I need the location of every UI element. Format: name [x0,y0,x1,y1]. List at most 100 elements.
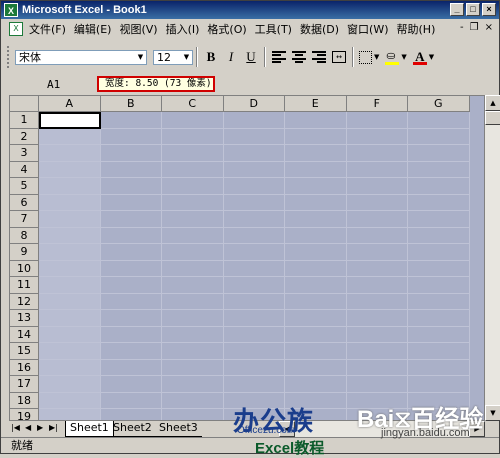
grid-cell[interactable] [223,227,285,244]
grid-cell[interactable] [39,260,101,277]
grid-cell[interactable] [162,211,224,228]
first-sheet-button[interactable]: |◀ [11,423,20,432]
grid-cell[interactable] [100,310,162,327]
grid-cell[interactable] [100,260,162,277]
grid-cell[interactable] [223,211,285,228]
grid-cell[interactable] [162,343,224,360]
minimize-button[interactable]: _ [450,3,464,16]
grid-cell[interactable] [162,310,224,327]
grid-cell[interactable] [223,244,285,261]
grid-cell[interactable] [223,128,285,145]
grid-cell[interactable] [223,161,285,178]
grid-cell[interactable] [100,227,162,244]
column-header[interactable]: E [285,96,347,112]
menu-window[interactable]: 窗口(W) [347,21,396,37]
scroll-thumb[interactable] [485,111,500,125]
menu-file[interactable]: 文件(F) [29,21,74,37]
grid-cell[interactable] [285,178,347,195]
grid-cell[interactable] [346,293,408,310]
grid-cell[interactable] [39,310,101,327]
grid-cell[interactable] [162,409,224,420]
grid-cell[interactable] [408,161,470,178]
font-name-select[interactable]: 宋体 ▼ [15,49,147,65]
grid-cell[interactable] [100,161,162,178]
grid-cell[interactable] [223,178,285,195]
sheet-tab-3[interactable]: Sheet3 [155,421,202,437]
row-header[interactable]: 15 [10,343,39,360]
grid-cell[interactable] [162,112,224,129]
last-sheet-button[interactable]: ▶| [49,423,58,432]
grid-cell[interactable] [285,293,347,310]
menu-edit[interactable]: 编辑(E) [74,21,120,37]
grid-cell[interactable] [100,178,162,195]
active-cell[interactable] [39,112,101,129]
scroll-down-button[interactable]: ▼ [485,405,500,421]
grid-cell[interactable] [223,310,285,327]
menu-tools[interactable]: 工具(T) [255,21,300,37]
grid-cell[interactable] [285,145,347,162]
row-header[interactable]: 5 [10,178,39,195]
grid-cell[interactable] [39,409,101,420]
menu-help[interactable]: 帮助(H) [397,21,444,37]
grid-cell[interactable] [408,211,470,228]
grid-cell[interactable] [346,244,408,261]
grid-cell[interactable] [162,359,224,376]
grid-cell[interactable] [100,343,162,360]
bold-button[interactable]: B [203,48,219,66]
row-header[interactable]: 3 [10,145,39,162]
menu-insert[interactable]: 插入(I) [166,21,208,37]
worksheet-grid[interactable]: A B C D E F G 1 2 3 4 5 6 7 8 9 10 11 12 13 14 15 16 17 18 19 [9,95,485,421]
grid-cell[interactable] [100,277,162,294]
row-header[interactable]: 8 [10,227,39,244]
grid-cell[interactable] [162,326,224,343]
grid-cell[interactable] [100,112,162,129]
grid-cell[interactable] [285,211,347,228]
grid-cell[interactable] [285,112,347,129]
grid-cell[interactable] [346,277,408,294]
grid-cell[interactable] [162,194,224,211]
grid-cell[interactable] [100,392,162,409]
grid-cell[interactable] [162,128,224,145]
row-header[interactable]: 17 [10,376,39,393]
column-header[interactable]: G [408,96,470,112]
doc-close-button[interactable]: × [485,22,493,33]
grid-cell[interactable] [162,145,224,162]
grid-cell[interactable] [408,310,470,327]
grid-cell[interactable] [408,376,470,393]
scroll-up-button[interactable]: ▲ [485,95,500,111]
grid-cell[interactable] [100,145,162,162]
grid-cell[interactable] [39,277,101,294]
grid-cell[interactable] [346,178,408,195]
doc-restore-button[interactable]: ❐ [470,22,479,33]
grid-cell[interactable] [100,376,162,393]
grid-cell[interactable] [162,244,224,261]
column-header[interactable]: F [346,96,408,112]
grid-cell[interactable] [346,310,408,327]
column-header[interactable]: B [100,96,162,112]
row-header[interactable]: 18 [10,392,39,409]
grid-cell[interactable] [346,359,408,376]
grid-cell[interactable] [162,277,224,294]
grid-cell[interactable] [346,145,408,162]
grid-cell[interactable] [162,178,224,195]
grid-cell[interactable] [408,359,470,376]
grid-cell[interactable] [39,194,101,211]
row-header[interactable]: 14 [10,326,39,343]
grid-cell[interactable] [223,260,285,277]
grid-cell[interactable] [408,227,470,244]
underline-button[interactable]: U [243,48,259,66]
grid-cell[interactable] [100,244,162,261]
workbook-icon[interactable]: X [9,22,23,36]
grid-cell[interactable] [408,343,470,360]
grid-cell[interactable] [223,343,285,360]
grid-cell[interactable] [223,326,285,343]
grid-cell[interactable] [408,244,470,261]
grid-cell[interactable] [100,326,162,343]
menu-format[interactable]: 格式(O) [207,21,254,37]
grid-cell[interactable] [408,128,470,145]
sheet-tab-2[interactable]: Sheet2 [109,421,156,437]
grid-cell[interactable] [346,227,408,244]
menu-view[interactable]: 视图(V) [119,21,165,37]
grid-cell[interactable] [162,227,224,244]
select-all-corner[interactable] [10,96,39,112]
